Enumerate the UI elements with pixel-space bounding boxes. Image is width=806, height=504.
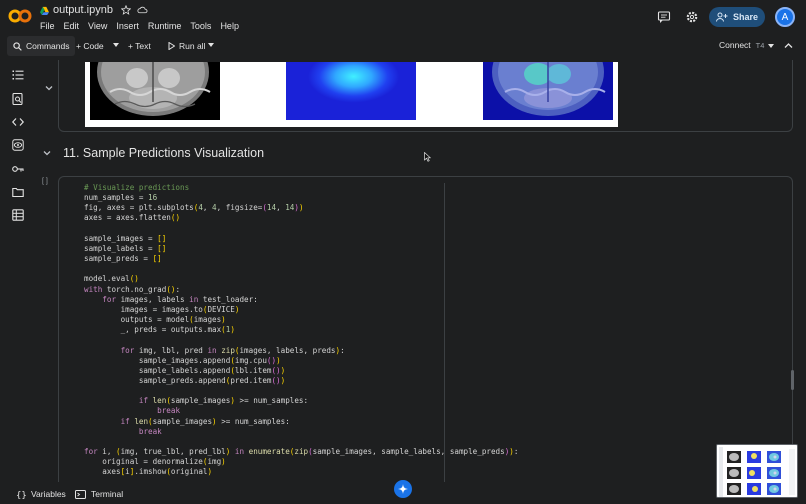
variables-label: Variables	[31, 489, 66, 499]
connect-dropdown-icon[interactable]	[768, 44, 774, 49]
gear-icon[interactable]	[685, 10, 699, 24]
data-table-icon[interactable]	[12, 209, 24, 221]
connect-label: Connect	[719, 40, 751, 50]
thumbnail-grid-image	[717, 445, 797, 497]
folder-icon[interactable]	[12, 186, 24, 198]
terminal-label: Terminal	[91, 489, 124, 499]
add-text-button[interactable]: + Text	[128, 41, 151, 51]
share-button[interactable]: Share	[709, 7, 765, 27]
sparkle-icon	[398, 484, 408, 494]
notebook-area[interactable]: ...	[36, 58, 800, 482]
code-cell[interactable]: # Visualize predictions num_samples = 16…	[58, 176, 793, 482]
find-replace-icon[interactable]	[12, 93, 24, 105]
section-heading[interactable]: 11. Sample Predictions Visualization	[63, 146, 264, 160]
menu-edit[interactable]: Edit	[64, 21, 80, 31]
output-preview-thumbnail[interactable]	[716, 444, 798, 498]
run-all-label: Run all	[179, 41, 206, 51]
table-of-contents-icon[interactable]	[12, 69, 24, 81]
gemini-button[interactable]	[394, 480, 412, 498]
chevron-up-icon[interactable]	[784, 42, 793, 49]
notebook-filename[interactable]: output.ipynb	[53, 4, 113, 16]
connect-button[interactable]: Connect T4	[719, 40, 764, 50]
mri-overlay-image	[483, 62, 613, 120]
output-image-figure	[85, 62, 618, 127]
header: output.ipynb File Edit View Insert Runti…	[0, 0, 806, 36]
avatar-letter: A	[781, 11, 789, 23]
cell-run-status[interactable]: [ ]	[42, 178, 48, 185]
colab-logo-icon[interactable]	[8, 8, 32, 24]
menu-insert[interactable]: Insert	[116, 21, 139, 31]
menu-runtime[interactable]: Runtime	[148, 21, 182, 31]
terminal-button[interactable]: Terminal	[75, 489, 123, 499]
previous-cell-output	[58, 60, 793, 132]
mouse-cursor-icon	[424, 152, 431, 162]
variables-inspector-icon[interactable]	[12, 139, 24, 151]
menu-view[interactable]: View	[88, 21, 107, 31]
key-icon[interactable]	[12, 163, 24, 175]
notebook-title[interactable]: output.ipynb	[40, 4, 148, 16]
run-dropdown-icon[interactable]	[208, 43, 214, 48]
run-all-button[interactable]: Run all	[168, 41, 205, 51]
colab-window: output.ipynb File Edit View Insert Runti…	[0, 0, 806, 504]
scrollbar[interactable]	[791, 370, 794, 390]
attention-heatmap-image	[286, 62, 416, 120]
code-dropdown-icon[interactable]	[113, 43, 119, 48]
people-icon	[715, 12, 728, 22]
braces-icon: {}	[16, 491, 26, 499]
code-snippets-icon[interactable]	[12, 116, 24, 128]
terminal-icon	[75, 489, 86, 499]
left-sidebar	[0, 62, 36, 482]
variables-button[interactable]: {} Variables	[16, 489, 66, 499]
code-editor[interactable]: # Visualize predictions num_samples = 16…	[84, 183, 518, 478]
play-icon	[168, 42, 175, 50]
svg-text:{}: {}	[16, 491, 26, 499]
search-icon	[13, 41, 22, 51]
section-collapse-chevron-icon[interactable]	[42, 148, 52, 158]
share-label: Share	[732, 12, 758, 22]
menu-help[interactable]: Help	[220, 21, 239, 31]
notebook-toolbar: Commands + Code + Text Run all Connect T…	[0, 36, 806, 56]
drive-icon	[40, 6, 49, 15]
avatar[interactable]: A	[775, 7, 795, 27]
mri-original-image	[90, 62, 220, 120]
comment-icon[interactable]	[657, 10, 671, 24]
cloud-icon[interactable]	[137, 5, 148, 15]
menu-tools[interactable]: Tools	[190, 21, 211, 31]
runtime-type: T4	[755, 40, 765, 50]
star-icon[interactable]	[120, 5, 131, 15]
menu-file[interactable]: File	[40, 21, 55, 31]
add-code-button[interactable]: + Code	[76, 41, 104, 51]
commands-label: Commands	[26, 41, 70, 51]
add-code-label: + Code	[76, 41, 104, 51]
menu-bar: File Edit View Insert Runtime Tools Help	[40, 21, 239, 31]
add-text-label: + Text	[128, 41, 151, 51]
commands-button[interactable]: Commands	[7, 36, 76, 56]
output-collapse-chevron-icon[interactable]	[44, 83, 54, 93]
